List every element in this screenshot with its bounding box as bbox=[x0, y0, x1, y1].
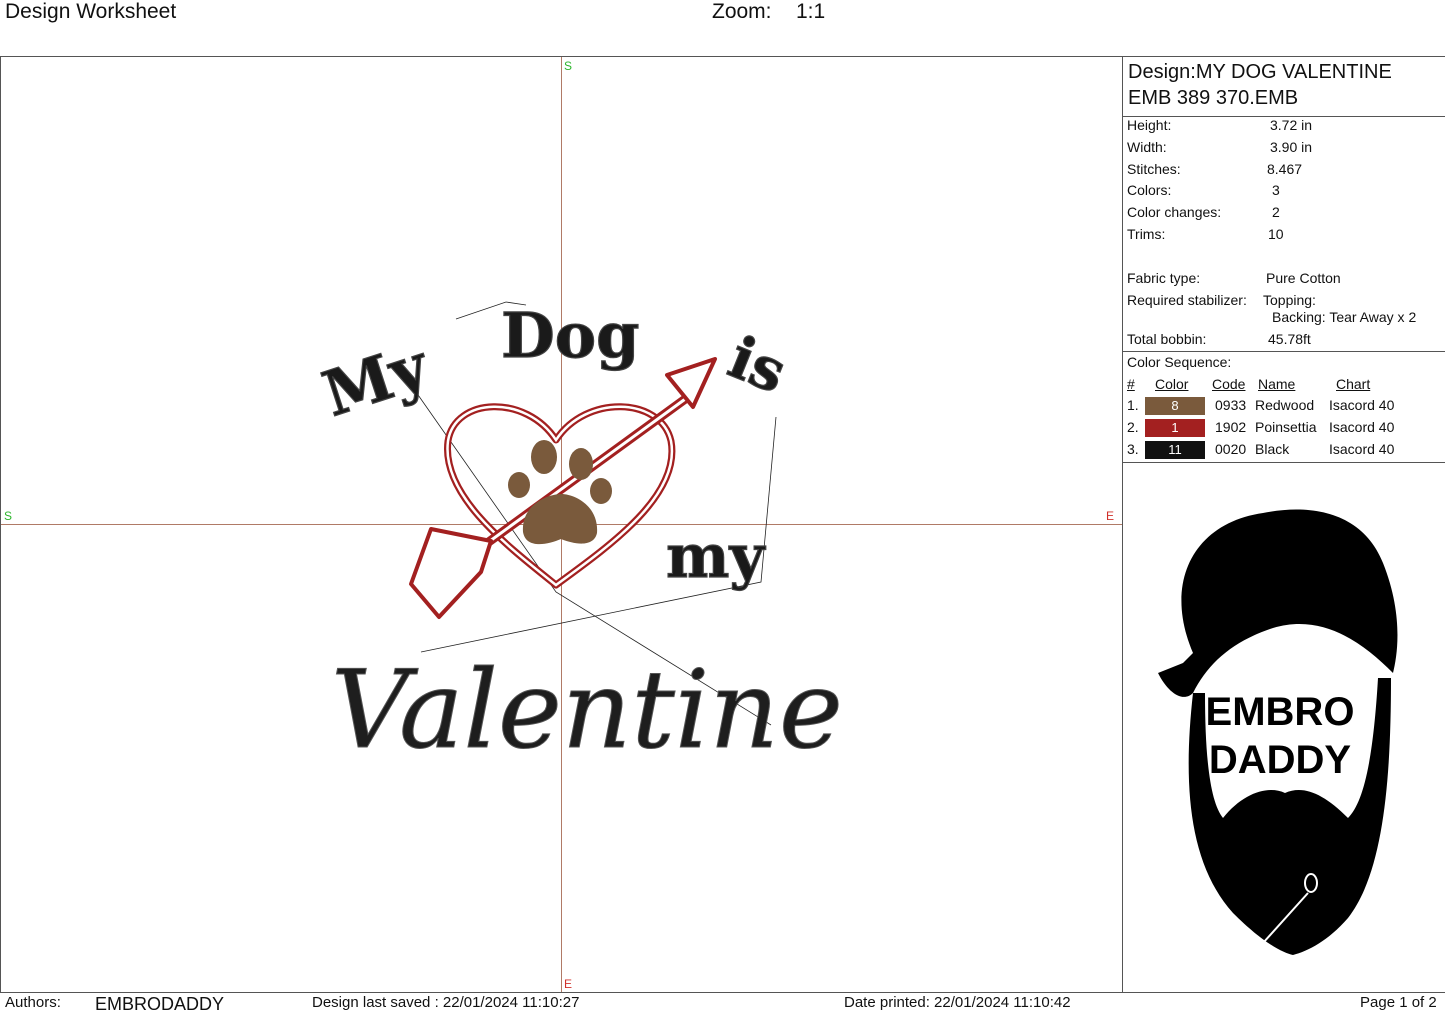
color-sequence-title: Color Sequence: bbox=[1127, 354, 1232, 370]
stat-trims-label: Trims: bbox=[1127, 226, 1166, 242]
color-chart: Isacord 40 bbox=[1329, 397, 1395, 413]
color-name: Black bbox=[1255, 441, 1290, 457]
logo-line1: EMBRO bbox=[1206, 690, 1355, 734]
file-name: EMB 389 370.EMB bbox=[1128, 87, 1299, 109]
stat-height-label: Height: bbox=[1127, 117, 1172, 133]
stabilizer-label: Required stabilizer: bbox=[1127, 292, 1247, 308]
stat-colors-label: Colors: bbox=[1127, 182, 1172, 198]
stat-color-changes-value: 2 bbox=[1272, 204, 1280, 220]
design-word-is: is bbox=[720, 323, 796, 407]
date-printed: Date printed: 22/01/2024 11:10:42 bbox=[844, 994, 1071, 1011]
col-header-name: Name bbox=[1258, 376, 1296, 392]
page-indicator: Page 1 of 2 bbox=[1360, 994, 1437, 1011]
col-header-color: Color bbox=[1155, 376, 1189, 392]
worksheet-title: Design Worksheet bbox=[5, 0, 177, 23]
stat-height-value: 3.72 in bbox=[1270, 117, 1313, 133]
embroidery-design: My Dog is my Valentine bbox=[314, 298, 844, 773]
info-panel: Design:MY DOG VALENTINE EMB 389 370.EMB … bbox=[1122, 57, 1445, 992]
logo-line2: DADDY bbox=[1209, 738, 1352, 782]
color-name: Redwood bbox=[1255, 397, 1315, 413]
topping-value: Topping: bbox=[1263, 292, 1316, 308]
col-header-chart: Chart bbox=[1336, 376, 1371, 392]
design-word-dog: Dog bbox=[501, 299, 639, 372]
divider bbox=[1123, 351, 1445, 352]
color-swatch: 8 bbox=[1145, 397, 1205, 415]
design-word-my: my bbox=[666, 522, 766, 592]
design-title: Design:MY DOG VALENTINE bbox=[1128, 61, 1392, 83]
stat-stitches-value: 8.467 bbox=[1267, 161, 1303, 177]
color-swatch: 1 bbox=[1145, 419, 1205, 437]
zoom-label: Zoom: bbox=[712, 0, 772, 23]
bobbin-label: Total bobbin: bbox=[1127, 331, 1207, 347]
design-word-valentine: Valentine bbox=[331, 648, 843, 773]
color-code: 1902 bbox=[1215, 419, 1247, 435]
col-header-code: Code bbox=[1212, 376, 1246, 392]
stat-width-value: 3.90 in bbox=[1270, 139, 1313, 155]
backing-value: Backing: Tear Away x 2 bbox=[1272, 309, 1417, 325]
color-row-num: 3. bbox=[1127, 441, 1139, 457]
color-chart: Isacord 40 bbox=[1329, 419, 1395, 435]
authors-label: Authors: bbox=[5, 994, 61, 1011]
design-canvas[interactable]: S S E E My Dog is my Valentine bbox=[1, 57, 1122, 992]
design-word-my-top: My bbox=[314, 328, 438, 430]
color-swatch: 11 bbox=[1145, 441, 1205, 459]
fabric-type-label: Fabric type: bbox=[1127, 270, 1201, 286]
hair-icon bbox=[1158, 509, 1398, 697]
zoom-value[interactable]: 1:1 bbox=[796, 0, 825, 24]
stat-trims-value: 10 bbox=[1268, 226, 1284, 242]
color-row-num: 2. bbox=[1127, 419, 1139, 435]
stat-color-changes-label: Color changes: bbox=[1127, 204, 1222, 220]
color-code: 0020 bbox=[1215, 441, 1247, 457]
color-name: Poinsettia bbox=[1255, 419, 1317, 435]
bobbin-value: 45.78ft bbox=[1268, 331, 1311, 347]
col-header-num: # bbox=[1127, 376, 1135, 392]
color-code: 0933 bbox=[1215, 397, 1247, 413]
color-chart: Isacord 40 bbox=[1329, 441, 1395, 457]
stat-colors-value: 3 bbox=[1272, 182, 1280, 198]
color-row-num: 1. bbox=[1127, 397, 1139, 413]
stat-stitches-label: Stitches: bbox=[1127, 161, 1181, 177]
last-saved: Design last saved : 22/01/2024 11:10:27 bbox=[312, 994, 580, 1011]
stat-width-label: Width: bbox=[1127, 139, 1167, 155]
fabric-type-value: Pure Cotton bbox=[1266, 270, 1341, 286]
authors-value: EMBRODADDY bbox=[95, 994, 225, 1014]
embrodaddy-logo: EMBRO DADDY bbox=[1158, 509, 1398, 955]
